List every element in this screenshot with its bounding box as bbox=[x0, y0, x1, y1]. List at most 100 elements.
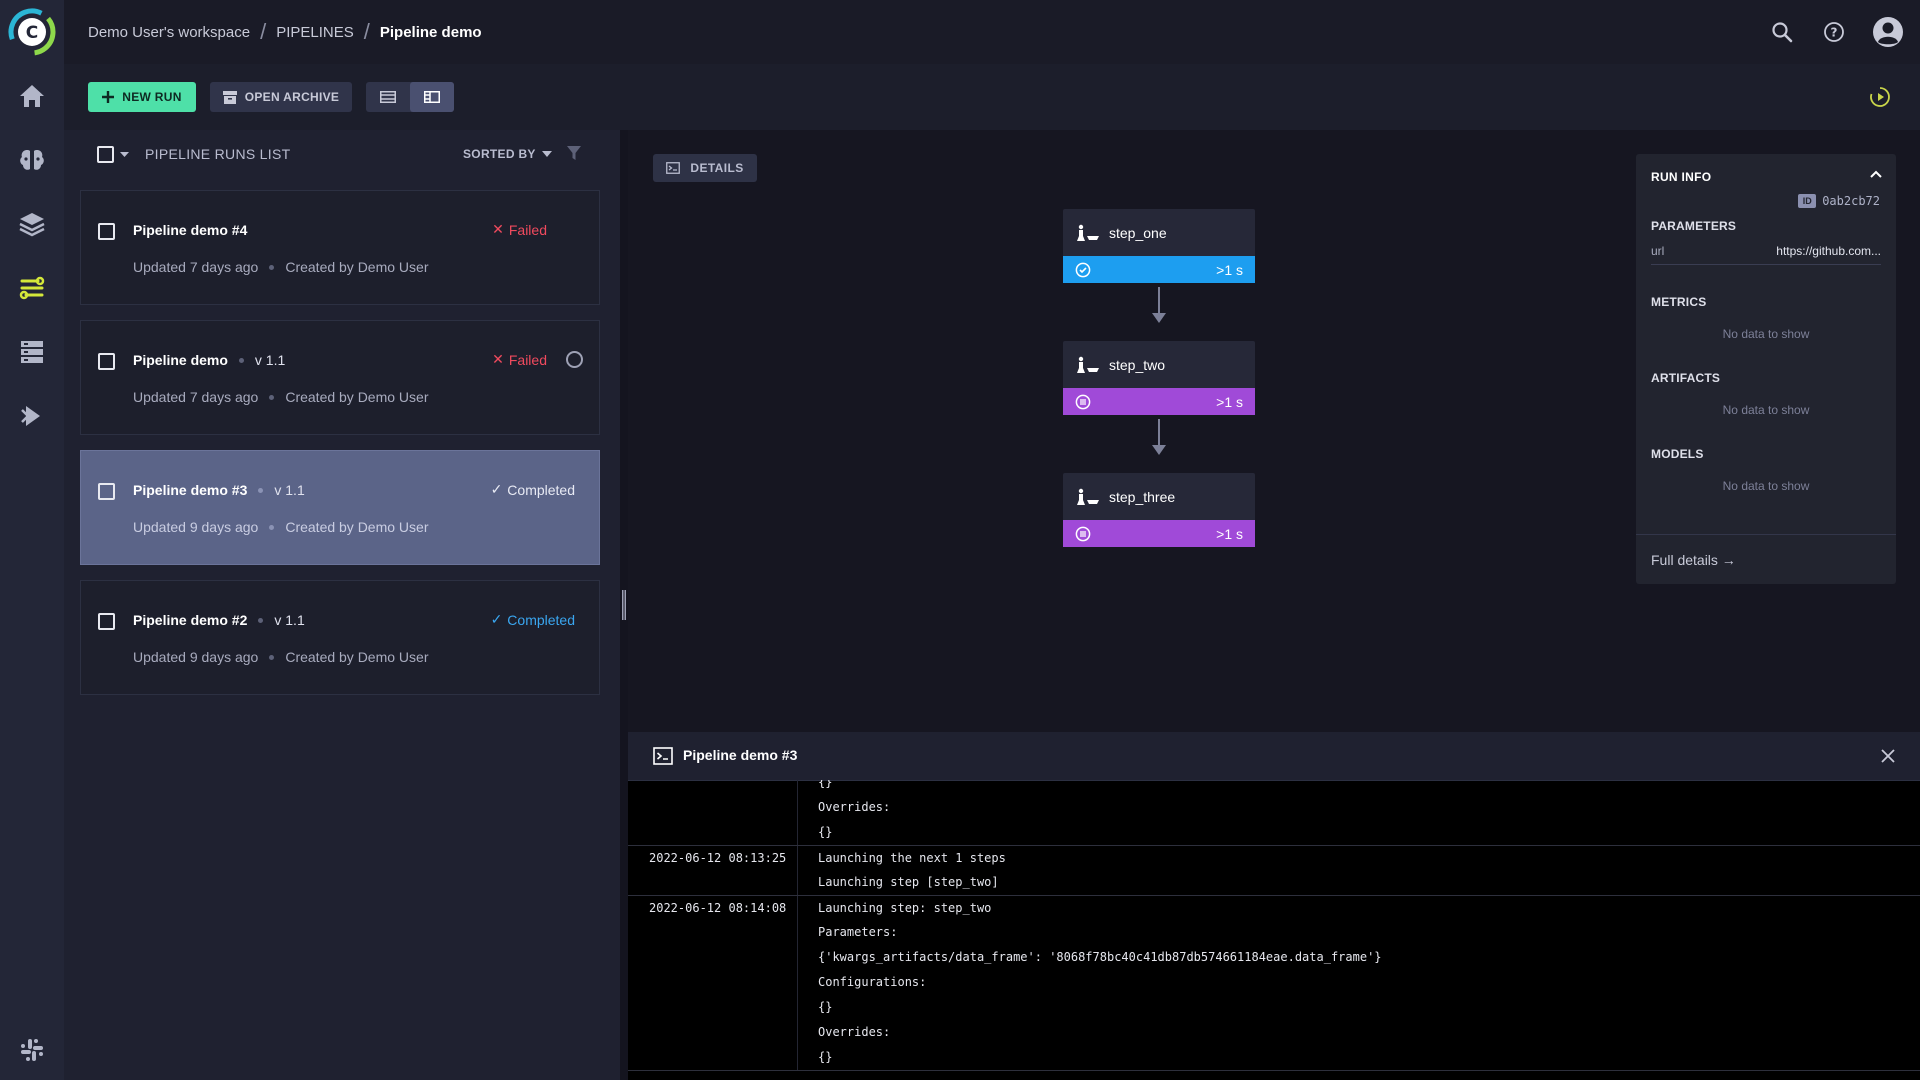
run-version: v 1.1 bbox=[254, 352, 286, 368]
name-dot bbox=[238, 357, 244, 363]
new-run-label: NEW RUN bbox=[122, 90, 182, 104]
queued-icon bbox=[1075, 394, 1091, 409]
brain-icon[interactable] bbox=[14, 142, 50, 178]
log-title: Pipeline demo #3 bbox=[683, 747, 798, 763]
log-message: {'kwargs_artifacts/data_frame': '8068f78… bbox=[818, 950, 1382, 964]
breadcrumb-workspace[interactable]: Demo User's workspace bbox=[88, 24, 250, 41]
log-row: {} bbox=[628, 1045, 1920, 1070]
step-status-bar: >1 s bbox=[1063, 520, 1255, 547]
new-run-button[interactable]: NEW RUN bbox=[88, 82, 196, 112]
search-icon[interactable] bbox=[1764, 14, 1800, 50]
run-card[interactable]: Pipeline demo #2 v 1.1 ✓ Completed Updat… bbox=[80, 580, 600, 695]
home-icon[interactable] bbox=[14, 78, 50, 114]
reports-icon[interactable] bbox=[14, 398, 50, 434]
auto-refresh-icon[interactable] bbox=[1868, 85, 1892, 109]
run-name-row: Pipeline demo #3 v 1.1 bbox=[133, 482, 305, 498]
log-row: Configurations: bbox=[628, 970, 1920, 995]
run-card[interactable]: Pipeline demo #4 ✕ Failed Updated 7 days… bbox=[80, 190, 600, 305]
run-created: Created by Demo User bbox=[285, 519, 429, 535]
sorted-by-label: SORTED BY bbox=[463, 147, 536, 161]
run-checkbox[interactable] bbox=[98, 353, 115, 370]
log-timestamp bbox=[628, 1045, 798, 1070]
queued-icon bbox=[1075, 526, 1091, 541]
layers-icon[interactable] bbox=[14, 206, 50, 242]
filter-icon[interactable] bbox=[567, 146, 581, 160]
log-timestamp: 2022-06-12 08:13:25 bbox=[628, 846, 798, 871]
run-checkbox[interactable] bbox=[98, 483, 115, 500]
step-node[interactable]: step_one >1 s bbox=[1063, 209, 1255, 283]
drag-handle-icon[interactable] bbox=[622, 590, 626, 620]
user-avatar-icon[interactable] bbox=[1870, 14, 1906, 50]
slack-icon[interactable] bbox=[14, 1032, 50, 1068]
run-checkbox[interactable] bbox=[98, 613, 115, 630]
details-view-button[interactable] bbox=[410, 82, 454, 112]
step-node[interactable]: step_two >1 s bbox=[1063, 341, 1255, 415]
run-card-selected[interactable]: Pipeline demo #3 v 1.1 ✓ Completed Updat… bbox=[80, 450, 600, 565]
run-name: Pipeline demo #3 bbox=[133, 482, 248, 498]
name-dot bbox=[258, 617, 264, 623]
run-version: v 1.1 bbox=[274, 482, 305, 498]
step-header: step_one bbox=[1063, 209, 1255, 256]
run-name: Pipeline demo #4 bbox=[133, 222, 248, 238]
sorted-by-button[interactable]: SORTED BY bbox=[463, 147, 552, 161]
table-view-button[interactable] bbox=[366, 82, 410, 112]
log-row: {} bbox=[628, 820, 1920, 845]
check-icon: ✓ bbox=[490, 611, 503, 627]
log-timestamp bbox=[628, 1020, 798, 1045]
open-archive-label: OPEN ARCHIVE bbox=[244, 90, 340, 104]
run-version: v 1.1 bbox=[274, 612, 305, 628]
run-checkbox[interactable] bbox=[98, 223, 115, 240]
datasets-icon[interactable] bbox=[14, 334, 50, 370]
select-all-checkbox[interactable] bbox=[97, 146, 114, 163]
top-bar: Demo User's workspace / PIPELINES / Pipe… bbox=[64, 0, 1920, 64]
radio-circle-icon[interactable] bbox=[566, 351, 583, 368]
name-dot bbox=[258, 487, 264, 493]
step-status-bar: >1 s bbox=[1063, 256, 1255, 283]
artifacts-empty: No data to show bbox=[1722, 403, 1810, 417]
step-duration: >1 s bbox=[1216, 393, 1243, 410]
models-heading: MODELS bbox=[1651, 447, 1704, 461]
log-row: {} bbox=[628, 780, 1920, 795]
log-row: Parameters: bbox=[628, 920, 1920, 945]
clearml-logo-icon[interactable]: C bbox=[8, 8, 56, 56]
log-timestamp bbox=[628, 795, 798, 820]
log-row: Overrides: bbox=[628, 795, 1920, 820]
run-id[interactable]: ID 0ab2cb72 bbox=[1798, 192, 1880, 210]
breadcrumb-separator: / bbox=[260, 19, 267, 44]
full-details-link[interactable]: Full details → bbox=[1651, 552, 1736, 568]
open-archive-button[interactable]: OPEN ARCHIVE bbox=[210, 82, 352, 112]
log-message: Overrides: bbox=[818, 800, 891, 814]
log-timestamp bbox=[628, 995, 798, 1020]
pipelines-icon[interactable] bbox=[14, 270, 50, 306]
log-timestamp bbox=[628, 820, 798, 845]
log-header: Pipeline demo #3 bbox=[628, 732, 1920, 781]
log-panel: Pipeline demo #3 {} Overrides: {} 2022-0… bbox=[628, 732, 1920, 1080]
breadcrumb-section[interactable]: PIPELINES bbox=[276, 24, 354, 41]
parameter-key: url bbox=[1651, 244, 1665, 258]
log-row: Overrides: bbox=[628, 1020, 1920, 1045]
help-icon[interactable]: ? bbox=[1816, 14, 1852, 50]
arrow-down-icon bbox=[1152, 313, 1166, 323]
details-button[interactable]: DETAILS bbox=[653, 154, 757, 182]
chevron-up-icon[interactable] bbox=[1868, 166, 1884, 182]
breadcrumb: Demo User's workspace / PIPELINES / Pipe… bbox=[88, 0, 482, 64]
status-badge: ✓ Completed bbox=[491, 481, 575, 498]
parameter-value[interactable]: https://github.com... bbox=[1776, 244, 1881, 258]
log-timestamp bbox=[628, 920, 798, 945]
log-message: Launching step [step_two] bbox=[818, 875, 999, 889]
run-created: Created by Demo User bbox=[285, 259, 429, 275]
status-text: Completed bbox=[507, 611, 575, 628]
log-row-cutoff bbox=[628, 1070, 1920, 1080]
step-node[interactable]: step_three >1 s bbox=[1063, 473, 1255, 547]
close-icon[interactable] bbox=[1880, 748, 1896, 764]
run-meta: Updated 7 days ago Created by Demo User bbox=[133, 259, 429, 275]
log-message: Overrides: bbox=[818, 1025, 891, 1039]
select-menu-chevron-icon[interactable] bbox=[120, 152, 129, 157]
step-connector bbox=[1158, 287, 1160, 313]
run-name-row: Pipeline demo #2 v 1.1 bbox=[133, 612, 305, 628]
status-text: Failed bbox=[508, 221, 547, 238]
run-info-panel: RUN INFO ID 0ab2cb72 PARAMETERS url http… bbox=[1636, 154, 1896, 584]
log-body[interactable]: {} Overrides: {} 2022-06-12 08:13:25 Laun… bbox=[628, 780, 1920, 1080]
meta-dot bbox=[269, 264, 275, 270]
run-card[interactable]: Pipeline demo v 1.1 ✕ Failed Updated 7 d… bbox=[80, 320, 600, 435]
